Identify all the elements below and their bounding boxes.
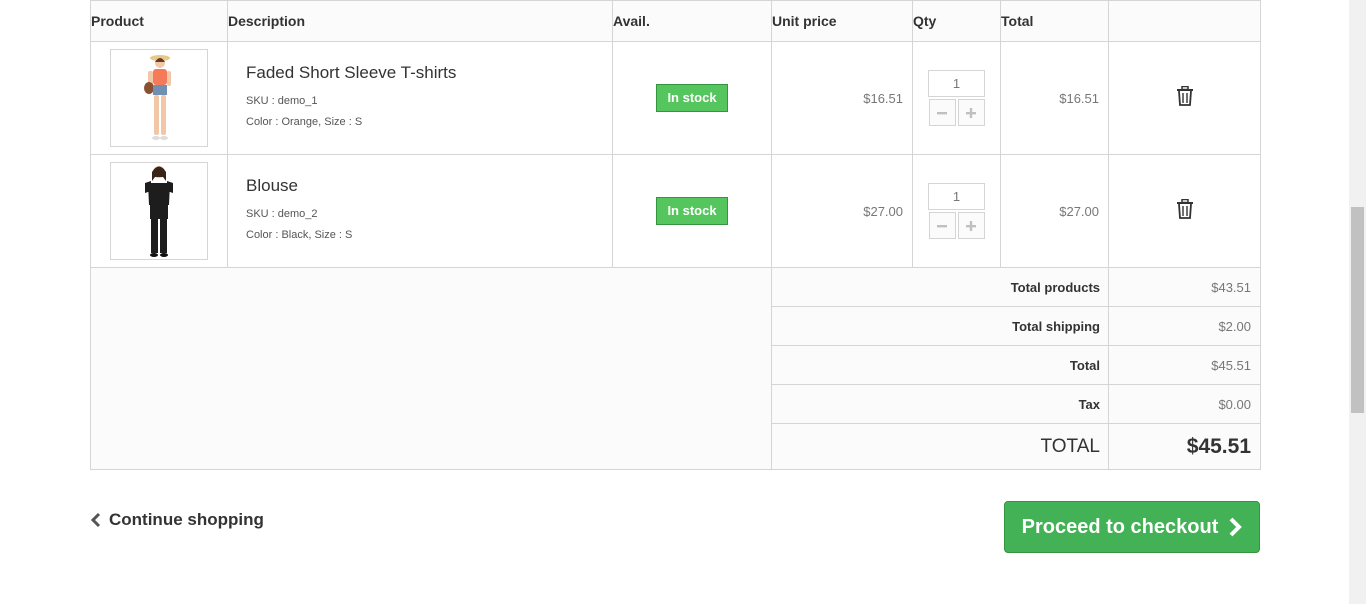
product-sku: SKU : demo_1 — [246, 95, 318, 107]
page-scrollbar[interactable] — [1349, 0, 1366, 604]
chevron-right-icon — [1229, 517, 1243, 537]
table-header-row: Product Description Avail. Unit price Qt… — [90, 0, 1261, 42]
product-image-tshirt[interactable] — [110, 49, 208, 147]
model-blouse-icon — [145, 166, 173, 257]
trash-icon[interactable] — [1176, 85, 1194, 106]
product-image-cell — [90, 41, 228, 155]
quantity-decrease-button[interactable] — [928, 99, 956, 126]
total-value: $45.51 — [1108, 345, 1261, 385]
tax-label: Tax — [771, 384, 1109, 424]
total-products-label: Total products — [771, 267, 1109, 307]
quantity-input[interactable]: 1 — [928, 70, 985, 97]
product-attributes: Color : Black, Size : S — [246, 229, 353, 241]
line-total: $27.00 — [1000, 154, 1109, 268]
summary-row-total-products: Total products $43.51 — [90, 267, 1261, 470]
product-name-link[interactable]: Faded Short Sleeve T-shirts — [246, 63, 612, 83]
checkout-label: Proceed to checkout — [1021, 515, 1219, 538]
quantity-increase-button[interactable] — [957, 99, 985, 126]
in-stock-badge: In stock — [656, 197, 728, 225]
availability-cell: In stock — [612, 41, 772, 155]
header-avail: Avail. — [612, 0, 772, 42]
qty-cell: 1 — [912, 41, 1001, 155]
product-description-cell: Blouse SKU : demo_2 Color : Black, Size … — [227, 154, 613, 268]
plus-icon — [966, 107, 976, 118]
product-attributes: Color : Orange, Size : S — [246, 116, 363, 128]
quantity-decrease-button[interactable] — [928, 212, 956, 239]
quantity-increase-button[interactable] — [957, 212, 985, 239]
continue-shopping-link[interactable]: Continue shopping — [90, 510, 264, 530]
scrollbar-thumb[interactable] — [1351, 207, 1364, 413]
header-delete — [1108, 0, 1261, 42]
minus-icon — [937, 224, 947, 227]
summary-empty-area — [90, 267, 772, 470]
in-stock-badge: In stock — [656, 84, 728, 112]
trash-icon[interactable] — [1176, 198, 1194, 219]
plus-icon — [966, 220, 976, 231]
header-unit-price: Unit price — [771, 0, 913, 42]
total-shipping-label: Total shipping — [771, 306, 1109, 346]
total-shipping-value: $2.00 — [1108, 306, 1261, 346]
delete-cell — [1108, 41, 1261, 155]
quantity-input[interactable]: 1 — [928, 183, 985, 210]
header-total: Total — [1000, 0, 1109, 42]
table-row: Blouse SKU : demo_2 Color : Black, Size … — [90, 154, 1261, 268]
proceed-to-checkout-button[interactable]: Proceed to checkout — [1004, 501, 1260, 553]
unit-price: $27.00 — [771, 154, 913, 268]
product-image-blouse[interactable] — [110, 162, 208, 260]
delete-cell — [1108, 154, 1261, 268]
availability-cell: In stock — [612, 154, 772, 268]
total-label: Total — [771, 345, 1109, 385]
continue-shopping-label: Continue shopping — [109, 510, 264, 529]
product-sku: SKU : demo_2 — [246, 208, 318, 220]
unit-price: $16.51 — [771, 41, 913, 155]
product-image-cell — [90, 154, 228, 268]
header-product: Product — [90, 0, 228, 42]
cart-page: Product Description Avail. Unit price Qt… — [90, 0, 1261, 470]
tax-value: $0.00 — [1108, 384, 1261, 424]
grand-total-value: $45.51 — [1108, 423, 1261, 470]
header-description: Description — [227, 0, 613, 42]
total-products-value: $43.51 — [1108, 267, 1261, 307]
table-row: Faded Short Sleeve T-shirts SKU : demo_1… — [90, 41, 1261, 155]
product-description-cell: Faded Short Sleeve T-shirts SKU : demo_1… — [227, 41, 613, 155]
qty-cell: 1 — [912, 154, 1001, 268]
line-total: $16.51 — [1000, 41, 1109, 155]
chevron-left-icon — [90, 512, 101, 528]
model-tshirt-icon — [144, 55, 171, 140]
minus-icon — [937, 111, 947, 114]
product-name-link[interactable]: Blouse — [246, 176, 612, 196]
cart-table: Product Description Avail. Unit price Qt… — [90, 0, 1261, 470]
grand-total-label: TOTAL — [771, 423, 1109, 470]
header-qty: Qty — [912, 0, 1001, 42]
